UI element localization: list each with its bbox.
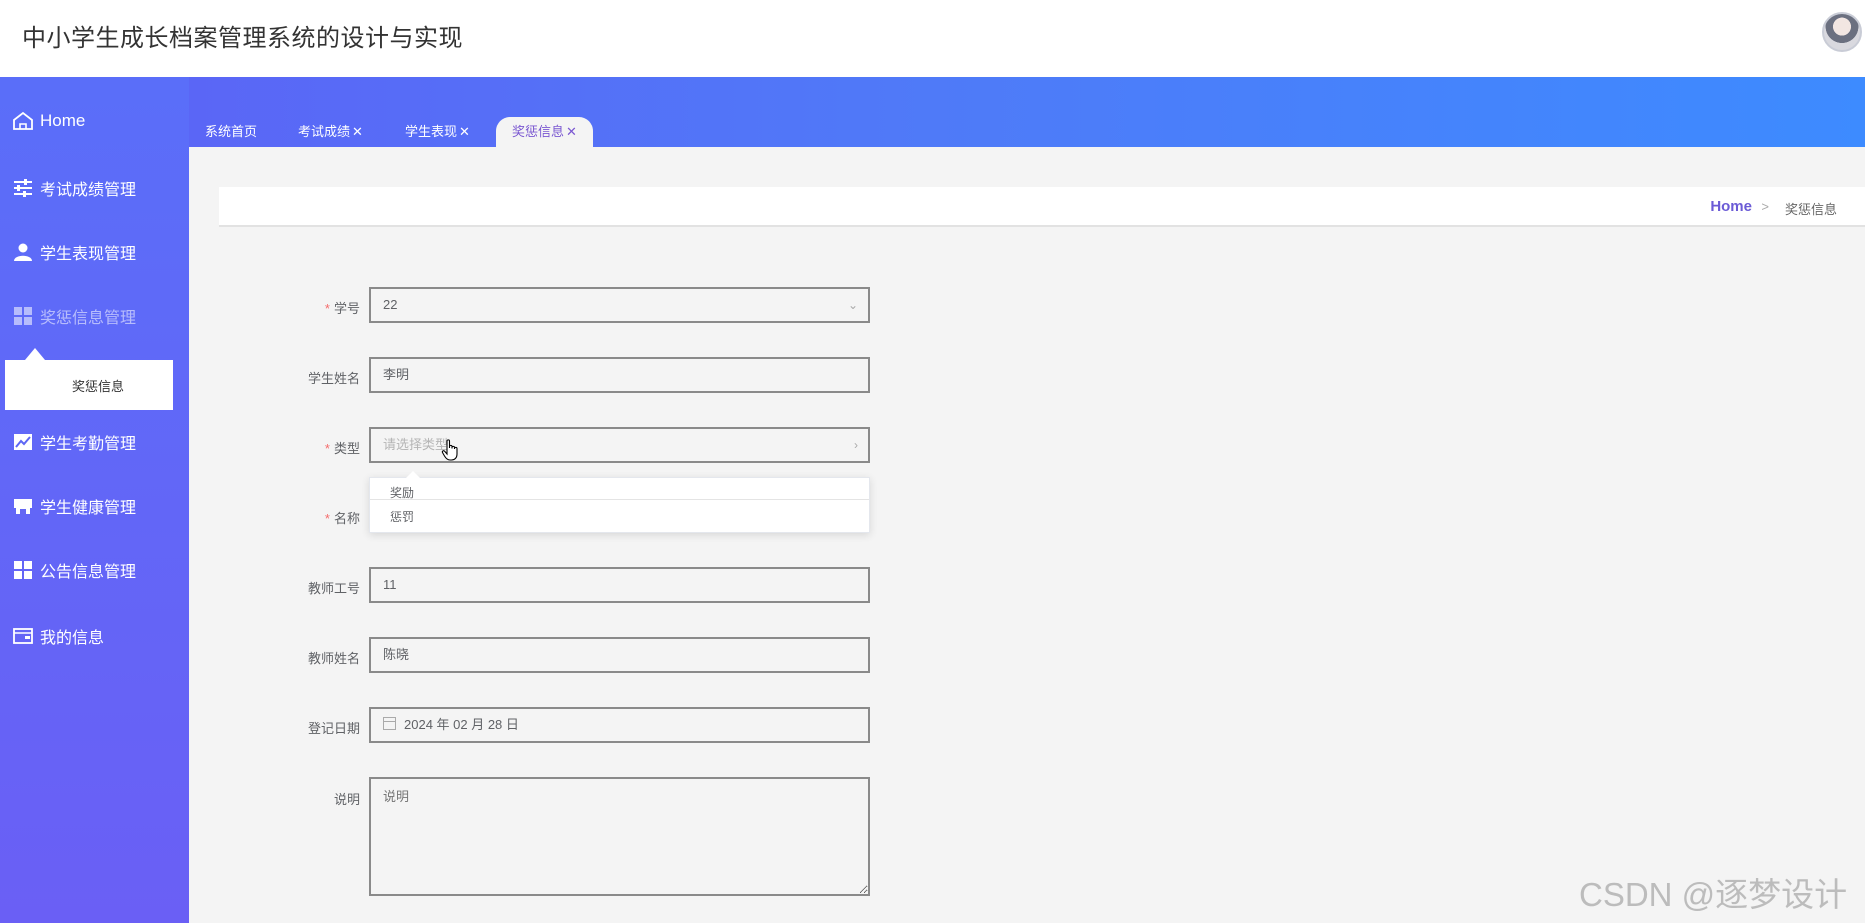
sidebar-item-attendance[interactable]: 学生考勤管理 — [12, 427, 136, 457]
sidebar-item-rewards[interactable]: 奖惩信息管理 — [12, 301, 136, 331]
tab-label: 学生表现 — [405, 124, 458, 139]
sidebar-item-label: Home — [40, 111, 86, 130]
teacher-name-value: 陈晓 — [383, 647, 410, 662]
label-text: 类型 — [333, 441, 360, 456]
student-name-value: 李明 — [383, 367, 410, 382]
grid-icon — [14, 307, 32, 325]
calendar-icon — [383, 717, 396, 730]
label-text: 学号 — [333, 301, 360, 316]
home-icon — [13, 111, 33, 130]
sliders-icon — [14, 179, 32, 197]
teacher-name-field[interactable]: 陈晓 — [369, 637, 870, 673]
chart-icon — [14, 434, 32, 450]
breadcrumb-separator: > — [1761, 199, 1769, 214]
student-name-label: 学生姓名 — [307, 371, 360, 386]
description-textarea[interactable] — [369, 777, 870, 896]
user-icon — [14, 243, 32, 261]
date-value: 2024 年 02 月 28 日 — [404, 717, 519, 732]
required-mark: * — [324, 301, 330, 316]
teacher-id-label: 教师工号 — [307, 581, 360, 596]
student-id-label: * 学号 — [220, 298, 360, 317]
app-title: 中小学生成长档案管理系统的设计与实现 — [22, 25, 463, 52]
sidebar-item-label: 公告信息管理 — [40, 564, 137, 581]
type-label: * 类型 — [220, 438, 360, 457]
date-label: 登记日期 — [307, 721, 360, 736]
breadcrumb: Home > 奖惩信息 — [219, 187, 1865, 227]
breadcrumb-home-link[interactable]: Home — [1710, 198, 1752, 215]
sidebar-item-health[interactable]: 学生健康管理 — [12, 491, 136, 521]
grid-icon — [14, 561, 32, 579]
top-header: 中小学生成长档案管理系统的设计与实现 — [0, 0, 1865, 77]
date-picker[interactable]: 2024 年 02 月 28 日 — [369, 707, 870, 743]
hand-cursor-icon — [441, 439, 458, 461]
submenu-rewards-info[interactable]: 奖惩信息 — [5, 348, 173, 410]
tab-exam-scores[interactable]: 考试成绩 ✕ — [298, 117, 363, 147]
type-option-punishment[interactable]: 惩罚 — [390, 508, 414, 525]
teacher-id-field[interactable]: 11 — [369, 567, 870, 603]
student-id-select[interactable]: 22 ⌄ — [369, 287, 870, 323]
required-mark: * — [324, 511, 330, 526]
sidebar-item-home[interactable]: Home — [12, 106, 85, 136]
tab-label: 奖惩信息 — [512, 124, 565, 139]
top-band — [0, 77, 1865, 147]
sidebar-item-label: 我的信息 — [40, 630, 105, 647]
sidebar-item-label: 学生考勤管理 — [40, 436, 137, 453]
tab-label: 系统首页 — [205, 124, 258, 139]
chevron-down-icon: ⌄ — [847, 298, 858, 312]
sidebar-item-label: 学生表现管理 — [40, 246, 137, 263]
sidebar-item-announcements[interactable]: 公告信息管理 — [12, 555, 136, 585]
breadcrumb-current: 奖惩信息 — [1784, 202, 1837, 217]
shop-icon — [14, 499, 32, 514]
chevron-right-icon: › — [854, 438, 858, 452]
wallet-icon — [13, 628, 33, 644]
sidebar-item-my-info[interactable]: 我的信息 — [12, 621, 104, 651]
tab-home[interactable]: 系统首页 — [205, 117, 257, 147]
user-avatar[interactable] — [1822, 12, 1862, 52]
label-text: 名称 — [333, 511, 360, 526]
type-placeholder: 请选择类型 — [383, 437, 449, 452]
tab-rewards-info[interactable]: 奖惩信息 ✕ — [496, 117, 593, 147]
type-dropdown: 奖励 惩罚 — [369, 471, 870, 533]
name-label: * 名称 — [220, 508, 360, 527]
close-icon[interactable]: ✕ — [352, 124, 363, 139]
sidebar-item-label: 学生健康管理 — [40, 500, 137, 517]
teacher-id-value: 11 — [383, 577, 397, 592]
dropdown-divider — [370, 499, 869, 500]
tab-label: 考试成绩 — [298, 124, 351, 139]
tab-student-performance[interactable]: 学生表现 ✕ — [405, 117, 470, 147]
close-icon[interactable]: ✕ — [459, 124, 470, 139]
teacher-name-label: 教师姓名 — [307, 651, 360, 666]
student-id-value: 22 — [383, 297, 398, 312]
close-icon[interactable]: ✕ — [566, 124, 577, 139]
sidebar-item-student-performance[interactable]: 学生表现管理 — [12, 237, 136, 267]
student-name-field[interactable]: 李明 — [369, 357, 870, 393]
submenu-item-label: 奖惩信息 — [72, 379, 125, 394]
required-mark: * — [324, 441, 330, 456]
sidebar-item-exam-scores[interactable]: 考试成绩管理 — [12, 173, 136, 203]
watermark: CSDN @逐梦设计 — [1579, 876, 1848, 913]
description-label: 说明 — [333, 792, 360, 807]
sidebar-item-label: 奖惩信息管理 — [40, 310, 137, 327]
sidebar-item-label: 考试成绩管理 — [40, 182, 137, 199]
